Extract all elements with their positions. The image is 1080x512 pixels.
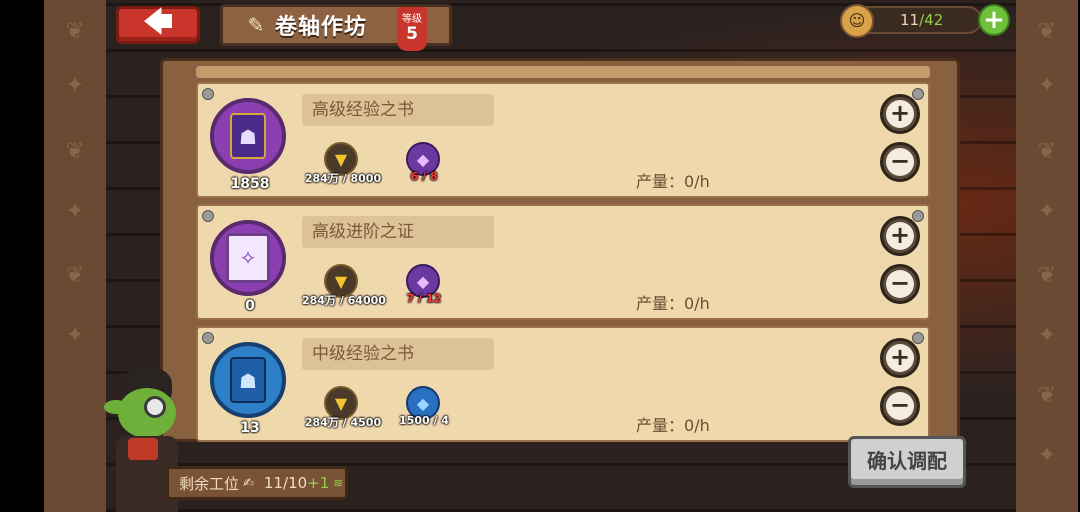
ornament-icon: ✦ [1037,73,1057,98]
add-worker-button[interactable]: + [978,4,1010,36]
nail-icon [912,88,924,100]
plus-icon: + [886,344,914,372]
minus-icon: − [886,270,914,298]
level-label: 等级 [402,14,422,25]
output-rate: 产量：0/h [636,172,710,191]
increase-button[interactable]: + [880,216,920,256]
remaining-value: 11/10+1 [263,474,330,492]
goblin-scarf [128,438,158,460]
purple-book-icon: ☗ [230,113,266,159]
left-black-margin [0,0,44,512]
gold-cost: 284万 / 8000 [304,172,382,185]
production-row: ☗ 13 中级经验之书 ▼ 284万 / 4500 ◆ 1500 / 4 产量：… [196,326,930,442]
item-count: 0 [245,298,255,314]
plus-icon: + [886,100,914,128]
gold-cost: 284万 / 64000 [302,294,386,307]
ornament-icon: ✦ [1037,443,1057,468]
title-plank: ✎ 卷轴作坊 等级 5 [220,4,452,51]
ornament-icon: ✦ [65,199,85,224]
item-name: 高级经验之书 [302,94,494,126]
back-button[interactable]: 🡄 [116,5,200,44]
ornament-icon: ✦ [65,73,85,98]
goggle-icon [144,396,166,418]
decrease-button[interactable]: − [880,386,920,426]
ornament-icon: ❦ [1037,19,1057,44]
item-icon-frame[interactable]: ☗ [210,342,286,418]
remaining-workers-sign: 剩余工位 ✍ 11/10+1 ≋ [166,466,348,500]
right-wood-pillar: ❦ ✦ ❦ ✦ ❦ ✦ ❦ ✦ [1016,0,1078,512]
nail-icon [202,332,214,344]
ornament-icon: ✦ [1037,199,1057,224]
ornament-icon: ❦ [1037,383,1057,408]
worker-counter: ☺ 11/42 [840,4,982,38]
nail-icon [202,210,214,222]
production-row: ☗ 1858 高级经验之书 ▼ 284万 / 8000 ◆ 6 / 8 产量：0… [196,82,930,198]
increase-button[interactable]: + [880,94,920,134]
item-icon-frame[interactable]: ☗ [210,98,286,174]
regen-icon: ≋ [333,476,344,490]
ornament-icon: ✦ [65,323,85,348]
item-count: 13 [240,420,260,436]
crystal-cost: 6 / 8 [410,170,438,183]
decrease-button[interactable]: − [880,142,920,182]
ornament-icon: ❦ [1037,139,1057,164]
increase-button[interactable]: + [880,338,920,378]
blue-book-icon: ☗ [230,357,266,403]
hand-icon: ✍ [243,475,254,491]
nail-icon [912,210,924,222]
goblin-head-icon: ☺ [840,4,874,38]
production-row: ✧ 0 高级进阶之证 ▼ 284万 / 64000 ◆ 7 / 12 产量：0/… [196,204,930,320]
arrow-left-icon: 🡄 [142,4,174,40]
minus-icon: − [886,392,914,420]
minus-icon: − [886,148,914,176]
item-name: 高级进阶之证 [302,216,494,248]
ornament-icon: ❦ [65,19,85,44]
gold-cost: 284万 / 4500 [304,416,382,429]
output-rate: 产量：0/h [636,416,710,435]
output-rate: 产量：0/h [636,294,710,313]
item-name: 中级经验之书 [302,338,494,370]
level-badge: 等级 5 [397,7,427,51]
scroll-feather-icon: ✎ [247,13,265,37]
ornament-icon: ❦ [65,139,85,164]
plus-icon: + [886,222,914,250]
item-count: 1858 [230,176,270,192]
scroll-icon: ✧ [226,233,270,283]
item-icon-frame[interactable]: ✧ [210,220,286,296]
confirm-allocation-button[interactable]: 确认调配 [848,436,966,488]
board-top-plank [196,66,930,78]
remaining-label: 剩余工位 [179,474,240,493]
crystal-cost: 7 / 12 [406,292,442,305]
ornament-icon: ✦ [1037,323,1057,348]
nail-icon [912,332,924,344]
ornament-icon: ❦ [1037,263,1057,288]
nail-icon [202,88,214,100]
page-title: 卷轴作坊 [275,15,368,40]
crystal-cost: 1500 / 4 [399,414,449,427]
plus-icon: + [983,5,1005,35]
ornament-icon: ❦ [65,263,85,288]
level-value: 5 [406,24,418,44]
worker-count: 11/42 [900,11,944,29]
left-wood-pillar: ❦ ✦ ❦ ✦ ❦ ✦ [44,0,106,512]
decrease-button[interactable]: − [880,264,920,304]
